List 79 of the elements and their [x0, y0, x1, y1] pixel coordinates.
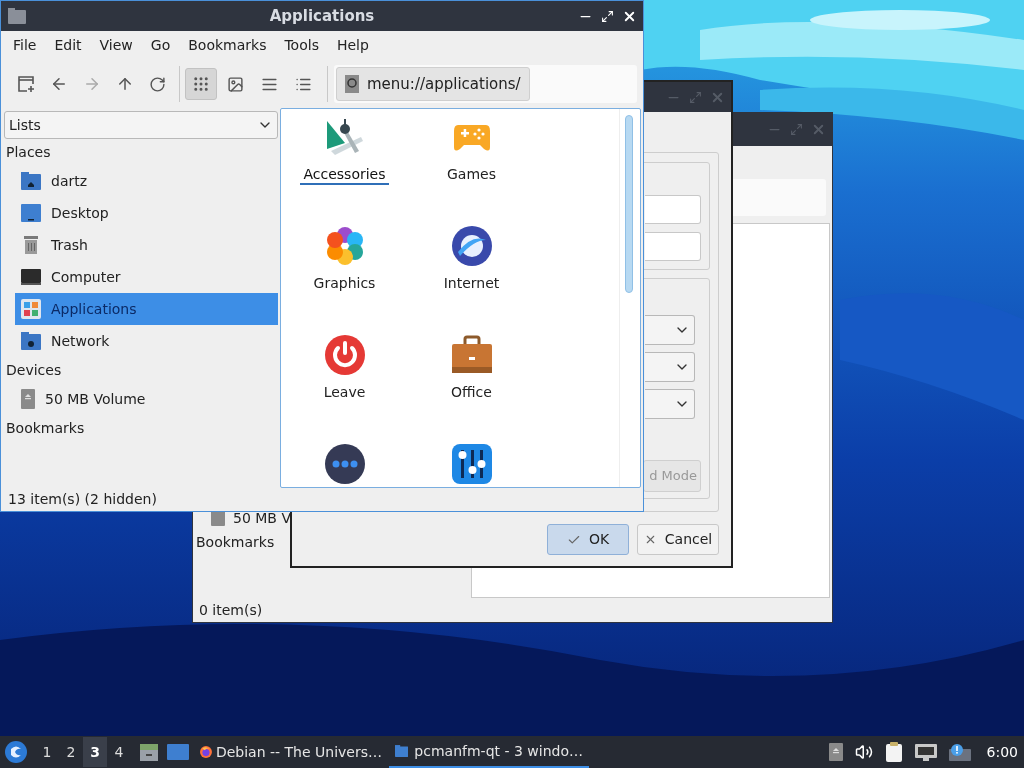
sidebar-item[interactable]: Network	[15, 325, 278, 357]
folder-icon	[8, 8, 26, 24]
device-item[interactable]: 50 MB V	[233, 507, 291, 529]
sidebar-item[interactable]: Applications	[15, 293, 278, 325]
desktop-icon[interactable]	[167, 743, 189, 761]
icon-view-icon	[192, 75, 210, 93]
folder-item[interactable]: Accessories	[281, 115, 408, 224]
flower-icon	[324, 226, 365, 266]
notification-icon[interactable]	[948, 743, 971, 761]
file-cabinet-icon[interactable]	[139, 742, 159, 762]
sliders-icon	[451, 444, 492, 484]
trash-icon	[21, 235, 41, 255]
menu-item[interactable]: Tools	[275, 35, 328, 56]
drafting-tools-icon	[324, 117, 365, 157]
window-title: Applications	[269, 5, 375, 27]
briefcase-icon	[451, 335, 492, 375]
thumbnail-view-icon	[226, 75, 244, 93]
sidebar-item[interactable]: Trash	[15, 229, 278, 261]
reload-icon	[149, 75, 166, 93]
section-heading: Places	[5, 143, 51, 162]
folder-icon	[395, 743, 409, 759]
menu-item[interactable]: View	[90, 35, 142, 56]
sidebar-item[interactable]: dartz	[15, 165, 278, 197]
sidebar-item[interactable]: 50 MB Volume	[15, 383, 278, 415]
item-label: Internet	[442, 274, 501, 293]
section-heading: Bookmarks	[195, 533, 276, 552]
workspace-button[interactable]: 4	[107, 737, 131, 767]
cancel-button[interactable]: Cancel	[637, 524, 719, 555]
status-text: 13 item(s) (2 hidden)	[8, 490, 157, 509]
drive-icon	[21, 389, 35, 409]
network-icon[interactable]	[914, 743, 937, 761]
folder-item[interactable]: Leave	[281, 333, 408, 442]
computer-icon	[21, 267, 41, 287]
new-tab-icon	[16, 75, 35, 93]
folder-item[interactable]: Office	[408, 333, 535, 442]
folder-item[interactable]: Internet	[408, 224, 535, 333]
folder-item[interactable]: Games	[408, 115, 535, 224]
sidebar-item[interactable]: Computer	[15, 261, 278, 293]
taskbar-button[interactable]: pcmanfm-qt - 3 windo…	[389, 736, 589, 768]
item-label: Graphics	[312, 274, 377, 293]
item-label: Leave	[322, 383, 367, 402]
input-field[interactable]	[645, 195, 701, 224]
sidebar-item[interactable]: Desktop	[15, 197, 278, 229]
menu-item[interactable]: Help	[327, 35, 378, 56]
more-icon	[324, 444, 365, 484]
pane-selector[interactable]: Lists	[4, 111, 278, 139]
clock: 6:00	[986, 742, 1018, 762]
scrollbar[interactable]	[625, 115, 633, 293]
input-field[interactable]	[645, 232, 701, 261]
eject-icon[interactable]	[828, 743, 843, 761]
globe-icon	[451, 226, 492, 266]
menu-item[interactable]: Go	[141, 35, 180, 56]
menu-item[interactable]: File	[4, 35, 46, 56]
item-label: Games	[446, 165, 497, 184]
path-button[interactable]: menu://applications/	[336, 67, 530, 101]
section-heading: Bookmarks	[5, 419, 85, 438]
section-heading: Devices	[5, 361, 62, 380]
status-text: 0 item(s)	[199, 600, 263, 620]
desktop-icon	[21, 203, 41, 223]
folder-item[interactable]: Graphics	[281, 224, 408, 333]
applications-icon	[21, 299, 41, 319]
start-menu-icon[interactable]	[5, 741, 27, 763]
clipboard-icon[interactable]	[884, 742, 903, 762]
view-mode-button[interactable]	[185, 68, 217, 100]
maximize-icon[interactable]	[601, 9, 614, 23]
menu-item[interactable]: Bookmarks	[179, 35, 276, 56]
ok-button[interactable]: OK	[547, 524, 629, 555]
workspace-button[interactable]: 1	[35, 737, 59, 767]
workspace-button[interactable]: 2	[59, 737, 83, 767]
item-label: Office	[450, 383, 493, 402]
location-icon	[345, 75, 359, 93]
item-label: Accessories	[300, 165, 389, 185]
workspace-button[interactable]: 3	[83, 737, 107, 767]
power-icon	[324, 335, 365, 375]
menu-item[interactable]: Edit	[45, 35, 91, 56]
network-folder-icon	[21, 331, 41, 351]
volume-icon[interactable]	[854, 743, 873, 761]
home-folder-icon	[21, 171, 41, 191]
taskbar-button[interactable]: Debian -- The Univers…	[197, 736, 385, 768]
